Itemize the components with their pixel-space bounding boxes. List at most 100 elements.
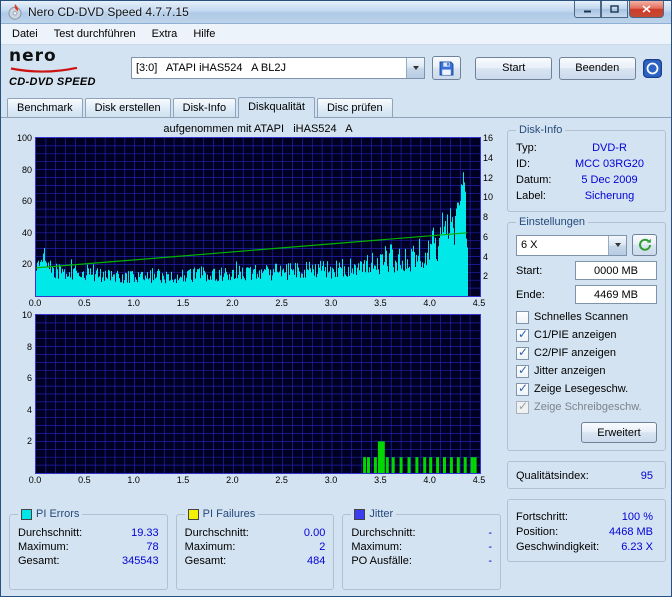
pi-failures-panel: PI Failures Durchschnitt:0.00 Maximum:2 …	[176, 514, 335, 590]
pi-errors-panel-title: PI Errors	[36, 508, 79, 520]
stat-label: Maximum:	[185, 541, 236, 553]
end-position-input[interactable]: 4469 MB	[575, 285, 657, 304]
stat-label: Gesamt:	[18, 555, 60, 567]
menu-extra[interactable]: Extra	[144, 26, 186, 42]
checkbox-label: C1/PIE anzeigen	[534, 329, 617, 341]
speed-value: 6.23 X	[621, 541, 657, 553]
disk-info-title: Disk-Info	[516, 124, 565, 136]
disk-id-label: ID:	[516, 158, 562, 170]
menu-datei[interactable]: Datei	[4, 26, 46, 42]
titlebar: Nero CD-DVD Speed 4.7.7.15	[1, 1, 671, 24]
disk-type-value: DVD-R	[562, 142, 657, 154]
jitter-panel: Jitter Durchschnitt:- Maximum:- PO Ausfä…	[342, 514, 501, 590]
chevron-down-icon[interactable]	[406, 58, 424, 78]
nero-logo-sub: CD-DVD SPEED	[9, 77, 124, 88]
stat-value: 2	[319, 541, 325, 553]
disk-label-value: Sicherung	[562, 190, 657, 202]
settings-panel: Einstellungen 6 X Start: 000	[507, 222, 666, 451]
advanced-button[interactable]: Erweitert	[581, 422, 657, 443]
stat-value: 78	[146, 541, 158, 553]
tab-disc-pruefen[interactable]: Disc prüfen	[317, 98, 393, 117]
minimize-button[interactable]	[574, 1, 601, 18]
device-select[interactable]: [3:0] ATAPI iHAS524 A BL2J	[131, 57, 425, 79]
start-position-input[interactable]: 0000 MB	[575, 261, 657, 280]
device-select-value: [3:0] ATAPI iHAS524 A BL2J	[132, 62, 406, 74]
pi-errors-y-axis-left: 20406080100	[9, 137, 35, 297]
pi-errors-chart	[35, 137, 481, 297]
checkbox-zeige-schreibgeschw: Zeige Schreibgeschw.	[516, 399, 657, 415]
scan-speed-select[interactable]: 6 X	[516, 235, 627, 256]
disk-info-panel: Disk-Info Typ:DVD-R ID:MCC 03RG20 Datum:…	[507, 130, 666, 212]
checkbox-icon	[516, 383, 529, 396]
progress-label: Fortschritt:	[516, 511, 568, 523]
refresh-button[interactable]	[632, 234, 657, 256]
quality-index-label: Qualitätsindex:	[516, 470, 589, 482]
start-position-label: Start:	[516, 265, 542, 277]
pi-failures-y-axis-left: 246810	[9, 314, 35, 474]
close-icon	[642, 5, 651, 13]
disc-quality-page: aufgenommen mit ATAPI iHAS524 A 20406080…	[1, 118, 671, 596]
close-button[interactable]	[629, 1, 664, 18]
position-label: Position:	[516, 526, 558, 538]
stat-label: PO Ausfälle:	[351, 555, 412, 567]
app-icon	[7, 4, 23, 20]
jitter-panel-title: Jitter	[369, 508, 393, 520]
jitter-legend-swatch	[354, 509, 365, 520]
start-button[interactable]: Start	[475, 57, 552, 80]
disk-id-value: MCC 03RG20	[562, 158, 657, 170]
maximize-button[interactable]	[601, 1, 628, 18]
quality-index-panel: Qualitätsindex: 95	[507, 461, 666, 489]
checkbox-label: Jitter anzeigen	[534, 365, 606, 377]
checkbox-label: C2/PIF anzeigen	[534, 347, 616, 359]
window-title: Nero CD-DVD Speed 4.7.7.15	[28, 5, 574, 19]
checkbox-label: Zeige Lesegeschw.	[534, 383, 628, 395]
speed-label: Geschwindigkeit:	[516, 541, 599, 553]
save-button[interactable]	[432, 56, 461, 80]
checkbox-c2-pif-anzeigen[interactable]: C2/PIF anzeigen	[516, 345, 657, 361]
menubar: Datei Test durchführen Extra Hilfe	[1, 24, 671, 45]
stat-value: 0.00	[304, 527, 325, 539]
chevron-down-icon[interactable]	[608, 236, 626, 255]
tab-diskqualitaet[interactable]: Diskqualität	[238, 97, 315, 118]
stat-label: Maximum:	[18, 541, 69, 553]
nero-logo: nero CD-DVD SPEED	[9, 48, 124, 88]
tab-disk-info[interactable]: Disk-Info	[173, 98, 236, 117]
settings-title: Einstellungen	[516, 216, 588, 228]
stat-label: Durchschnitt:	[18, 527, 82, 539]
tabstrip: Benchmark Disk erstellen Disk-Info Diskq…	[1, 91, 671, 118]
checkbox-schnelles-scannen[interactable]: Schnelles Scannen	[516, 309, 657, 325]
speed-y-axis-right: 246810121416	[481, 137, 499, 297]
refresh-icon	[638, 238, 652, 252]
pi-failures-chart	[35, 314, 481, 474]
checkbox-c1-pie-anzeigen[interactable]: C1/PIE anzeigen	[516, 327, 657, 343]
scan-speed-value: 6 X	[517, 239, 608, 251]
checkbox-jitter-anzeigen[interactable]: Jitter anzeigen	[516, 363, 657, 379]
stat-label: Durchschnitt:	[185, 527, 249, 539]
save-icon	[439, 61, 454, 76]
stat-label: Maximum:	[351, 541, 402, 553]
app-window: Nero CD-DVD Speed 4.7.7.15 Datei Test du…	[0, 0, 672, 597]
stat-label: Gesamt:	[185, 555, 227, 567]
minimize-icon	[583, 6, 592, 13]
pi-failures-y-axis-right	[481, 314, 499, 474]
stats-row: PI Errors Durchschnitt:19.33 Maximum:78 …	[9, 514, 501, 590]
pi-failures-panel-title: PI Failures	[203, 508, 256, 520]
end-position-label: Ende:	[516, 289, 545, 301]
menu-test-durchfuehren[interactable]: Test durchführen	[46, 26, 144, 42]
stat-value: 19.33	[131, 527, 159, 539]
tab-disk-erstellen[interactable]: Disk erstellen	[85, 98, 171, 117]
maximize-icon	[610, 5, 619, 13]
nero-toolbar-icon[interactable]	[643, 58, 663, 79]
checkbox-icon	[516, 365, 529, 378]
exit-button[interactable]: Beenden	[559, 57, 636, 80]
menu-hilfe[interactable]: Hilfe	[185, 26, 223, 42]
checkbox-label: Zeige Schreibgeschw.	[534, 401, 642, 413]
checkbox-zeige-lesegeschw[interactable]: Zeige Lesegeschw.	[516, 381, 657, 397]
progress-panel: Fortschritt:100 % Position:4468 MB Gesch…	[507, 499, 666, 562]
pi-failures-x-axis: 0.00.51.01.52.02.53.03.54.04.5	[35, 474, 481, 487]
stat-value: -	[488, 541, 492, 553]
tab-benchmark[interactable]: Benchmark	[7, 98, 83, 117]
nero-logo-word: nero	[9, 48, 124, 65]
checkbox-icon	[516, 329, 529, 342]
checkbox-icon	[516, 401, 529, 414]
